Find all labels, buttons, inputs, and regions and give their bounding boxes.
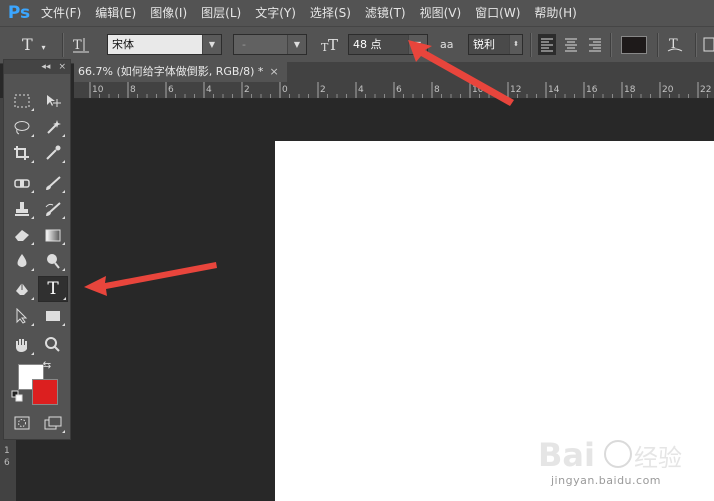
svg-text:Bai: Bai	[538, 436, 595, 474]
watermark-url: jingyan.baidu.com	[551, 474, 662, 487]
svg-text:经验: 经验	[634, 444, 682, 472]
font-size-pointer-arrow	[408, 40, 514, 106]
type-tool-pointer-arrow	[84, 262, 217, 296]
